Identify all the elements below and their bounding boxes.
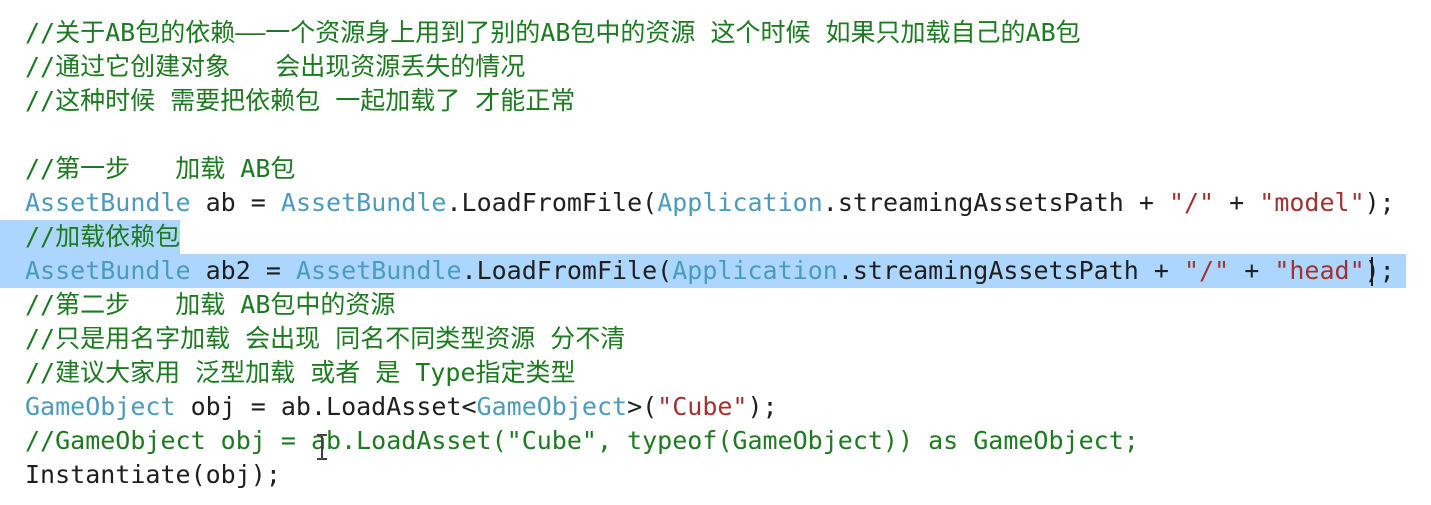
code-line[interactable]: Instantiate(obj); [0, 458, 1431, 492]
token-plain: ); [1364, 256, 1395, 285]
code-line-text: //通过它创建对象 会出现资源丢失的情况 [25, 52, 525, 81]
code-editor-surface[interactable]: //关于AB包的依赖——一个资源身上用到了别的AB包中的资源 这个时候 如果只加… [0, 0, 1431, 505]
token-type: Application [672, 256, 838, 285]
code-line-text: //关于AB包的依赖——一个资源身上用到了别的AB包中的资源 这个时候 如果只加… [25, 18, 1081, 47]
code-line[interactable]: //这种时候 需要把依赖包 一起加载了 才能正常 [0, 84, 1431, 118]
code-line[interactable]: //GameObject obj = ab.LoadAsset("Cube", … [0, 424, 1431, 458]
code-line[interactable]: //加载依赖包 [0, 220, 1431, 254]
token-plain: >( [627, 392, 658, 421]
token-plain: .streamingAssetsPath + [822, 188, 1169, 217]
token-plain: ab = [190, 188, 281, 217]
token-comment: //只是用名字加载 会出现 同名不同类型资源 分不清 [25, 324, 626, 353]
code-line-text: GameObject obj = ab.LoadAsset<GameObject… [25, 392, 778, 421]
token-plain: ); [747, 392, 778, 421]
code-line-text: //加载依赖包 [25, 222, 180, 251]
code-line-text: Instantiate(obj); [25, 460, 281, 489]
code-line-text: AssetBundle ab2 = AssetBundle.LoadFromFi… [25, 256, 1395, 285]
token-comment: //第二步 加载 AB包中的资源 [25, 290, 396, 319]
token-plain: + [1229, 256, 1275, 285]
token-string: "/" [1184, 256, 1230, 285]
token-comment: //建议大家用 泛型加载 或者 是 Type指定类型 [25, 358, 576, 387]
token-plain: .LoadFromFile( [446, 188, 658, 217]
token-plain: obj = ab.LoadAsset< [175, 392, 477, 421]
token-type: AssetBundle [25, 188, 191, 217]
token-comment: //加载依赖包 [25, 222, 181, 251]
code-line-text: AssetBundle ab = AssetBundle.LoadFromFil… [25, 188, 1395, 217]
token-string: "Cube" [657, 392, 748, 421]
code-line[interactable]: //只是用名字加载 会出现 同名不同类型资源 分不清 [0, 322, 1431, 356]
token-type: GameObject [25, 392, 176, 421]
code-line[interactable]: GameObject obj = ab.LoadAsset<GameObject… [0, 390, 1431, 424]
token-type: GameObject [476, 392, 628, 421]
token-plain: ab2 = [190, 256, 296, 285]
code-line-text: //第一步 加载 AB包 [25, 154, 295, 183]
code-line-text: //只是用名字加载 会出现 同名不同类型资源 分不清 [25, 324, 625, 353]
token-type: AssetBundle [295, 256, 462, 285]
token-string: "head" [1274, 256, 1365, 285]
code-line[interactable]: //通过它创建对象 会出现资源丢失的情况 [0, 50, 1431, 84]
code-line[interactable]: AssetBundle ab = AssetBundle.LoadFromFil… [0, 186, 1431, 220]
token-plain: + [1214, 188, 1260, 217]
token-comment: //第一步 加载 AB包 [25, 154, 296, 183]
token-comment: //这种时候 需要把依赖包 一起加载了 才能正常 [25, 86, 576, 115]
code-line-text: //GameObject obj = ab.LoadAsset("Cube", … [25, 426, 1139, 455]
token-comment: //GameObject obj = ab.LoadAsset("Cube", … [25, 426, 1139, 455]
code-line-text: //建议大家用 泛型加载 或者 是 Type指定类型 [25, 358, 576, 387]
code-line[interactable]: //第二步 加载 AB包中的资源 [0, 288, 1431, 322]
code-line[interactable]: //第一步 加载 AB包 [0, 152, 1431, 186]
token-type: AssetBundle [25, 256, 191, 285]
code-line[interactable]: //建议大家用 泛型加载 或者 是 Type指定类型 [0, 356, 1431, 390]
code-line[interactable]: //关于AB包的依赖——一个资源身上用到了别的AB包中的资源 这个时候 如果只加… [0, 16, 1431, 50]
token-type: AssetBundle [280, 188, 447, 217]
text-caret [1371, 257, 1373, 286]
token-plain: ); [1364, 188, 1395, 217]
code-line-text: //第二步 加载 AB包中的资源 [25, 290, 395, 319]
code-line[interactable]: AssetBundle ab2 = AssetBundle.LoadFromFi… [0, 254, 1431, 288]
code-lines-container[interactable]: //关于AB包的依赖——一个资源身上用到了别的AB包中的资源 这个时候 如果只加… [0, 16, 1431, 492]
token-type: Application [657, 188, 823, 217]
token-comment: //通过它创建对象 会出现资源丢失的情况 [25, 52, 526, 81]
token-string: "/" [1168, 188, 1215, 217]
token-plain: .LoadFromFile( [461, 256, 673, 285]
token-string: "model" [1259, 188, 1365, 217]
code-line-text: //这种时候 需要把依赖包 一起加载了 才能正常 [25, 86, 575, 115]
token-comment: //关于AB包的依赖——一个资源身上用到了别的AB包中的资源 这个时候 如果只加… [25, 18, 1081, 47]
token-plain: .streamingAssetsPath + [837, 256, 1184, 285]
code-line-blank[interactable] [0, 118, 1431, 152]
token-plain: Instantiate(obj); [25, 460, 281, 489]
